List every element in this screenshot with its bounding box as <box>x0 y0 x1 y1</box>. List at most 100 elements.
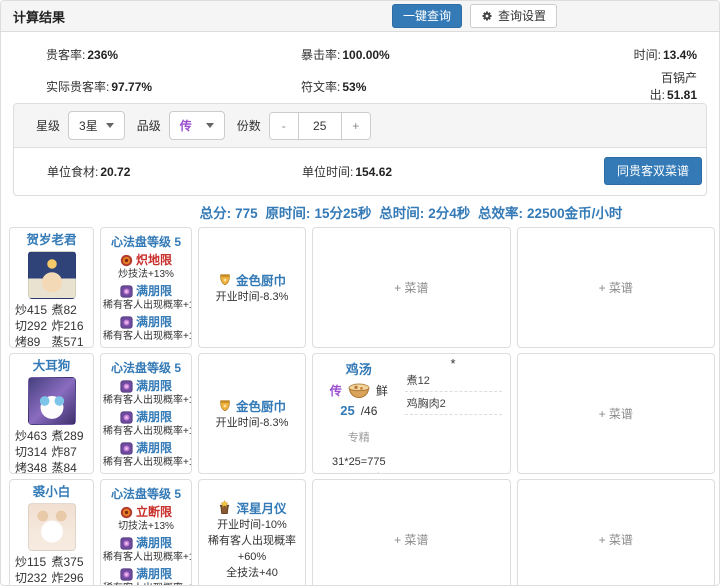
flame-badge-icon <box>120 506 133 519</box>
mind-skill-effect: 炒技法+13% <box>118 269 174 280</box>
chef-card: 裘小白 炒115煮375 切232炸296 烤636蒸124 <box>9 479 94 585</box>
chef-skill: 蒸571 <box>51 335 84 348</box>
page-title: 计算结果 <box>13 9 66 25</box>
same-guest-double-recipe-label: 同贵客双菜谱 <box>616 164 689 178</box>
chef-avatar[interactable] <box>27 503 76 551</box>
recipe-star-marker: * <box>450 356 456 371</box>
filter-strip: 星级 3星 品级 传 份数 - + <box>14 104 706 148</box>
grade-filter-label: 品级 <box>136 119 161 133</box>
query-settings-button[interactable]: 查询设置 <box>469 4 557 28</box>
recipe-count[interactable]: 25 <box>340 403 354 418</box>
quantity-stepper: - + <box>268 111 371 140</box>
filter-panel: 星级 3星 品级 传 份数 - + 单位食材:20.72 单位时间:154.62… <box>13 103 707 196</box>
qty-filter-label: 份数 <box>236 119 261 133</box>
mind-skill-effect: 稀有客人出现概率+18% <box>103 395 191 406</box>
chef-skill: 煮82 <box>51 303 77 317</box>
stat-crit-rate: 暴击率: 100.00% <box>301 47 390 62</box>
flame-badge-icon <box>120 254 133 267</box>
stat-unit-food: 单位食材: 20.72 <box>47 164 131 179</box>
recipe-score-formula: 31*25=775 <box>332 456 386 468</box>
grade-select[interactable]: 传 <box>168 111 225 140</box>
chef-skill: 炒115 <box>15 555 47 569</box>
add-recipe-slot[interactable]: + 菜谱 <box>516 353 715 474</box>
panel-heading: 计算结果 一键查询 查询设置 <box>1 1 719 32</box>
mind-skill-name: 满朋限 <box>103 535 189 551</box>
stat-unit-time: 单位时间: 154.62 <box>302 164 393 179</box>
mind-disk-card: 心法盘等级 5 炽地限 炒技法+13% 满朋限 稀有客人出现概率+18% 满朋限… <box>100 227 192 348</box>
tool-card: 金色厨巾 开业时间-8.3% <box>198 227 306 348</box>
chevron-down-icon <box>105 123 114 128</box>
mind-skill-name: 满朋限 <box>103 378 189 394</box>
stat-rune-rate: 符文率: 53% <box>301 79 367 94</box>
moon-instrument-icon <box>217 500 232 515</box>
add-recipe-slot[interactable]: + 菜谱 <box>312 227 511 348</box>
mind-skill-effect: 稀有客人出现概率+18% <box>103 300 191 311</box>
mind-skill-name: 满朋限 <box>103 409 189 425</box>
chef-skill: 炸87 <box>51 445 77 459</box>
chef-card: 大耳狗 炒463 煮289 切314 炸87 烤348 蒸84 <box>9 353 94 474</box>
chef-skill: 烤348 <box>15 461 48 474</box>
recipe-specialty: 专精 <box>347 432 370 444</box>
query-button[interactable]: 一键查询 <box>391 4 462 28</box>
chef-avatar[interactable] <box>27 377 76 425</box>
add-recipe-label: + 菜谱 <box>394 533 429 547</box>
mind-skill-name: 满朋限 <box>103 314 189 330</box>
mind-disk-card: 心法盘等级 5 立断限 切技法+13% 满朋限 稀有客人出现概率+18% 满朋限… <box>100 479 192 585</box>
query-button-label: 一键查询 <box>402 9 451 23</box>
mind-skill-effect: 稀有客人出现概率+18% <box>103 457 191 468</box>
chef-name[interactable]: 裘小白 <box>12 484 91 500</box>
chef-avatar[interactable] <box>27 251 76 299</box>
chef-skills: 炒463 煮289 切314 炸87 烤348 蒸84 <box>12 428 91 474</box>
chef-card: 贺岁老君 炒415 煮82 切292 炸216 烤89 蒸571 <box>9 227 94 348</box>
chef-scarf-icon <box>218 399 232 413</box>
chef-skill: 炒415 <box>15 303 48 317</box>
guest-badge-icon <box>120 536 133 550</box>
same-guest-double-recipe-button[interactable]: 同贵客双菜谱 <box>603 157 702 185</box>
mind-skill-effect: 稀有客人出现概率+18% <box>103 331 191 342</box>
tool-name[interactable]: 浑星月仪 <box>217 498 287 517</box>
chef-skill: 切292 <box>15 319 48 333</box>
mind-skill-name: 炽地限 <box>103 252 189 268</box>
add-recipe-label: + 菜谱 <box>394 281 429 295</box>
quantity-plus-button[interactable]: + <box>341 112 370 139</box>
stat-pot-output: 百锅产出: 51.81 <box>649 71 697 102</box>
recipe-flavor: 鲜 <box>375 383 388 398</box>
chef-skill: 炸296 <box>51 571 84 585</box>
guest-badge-icon <box>120 410 133 424</box>
star-select-value: 3星 <box>79 119 98 133</box>
guest-badge-icon <box>120 379 133 393</box>
chef-skill: 切314 <box>15 445 48 459</box>
grade-select-value: 传 <box>179 119 192 133</box>
mind-skill-name: 立断限 <box>103 504 189 520</box>
guest-badge-icon <box>120 315 133 329</box>
add-recipe-slot[interactable]: + 菜谱 <box>516 227 715 348</box>
tool-effect: 开业时间-10% <box>217 519 287 531</box>
recipe-details: * 煮12 鸡胸肉2 <box>403 356 506 469</box>
recipe-name[interactable]: 鸡汤 <box>315 359 403 378</box>
recipe-time: 15分25秒 <box>315 470 403 473</box>
chef-skill: 炸216 <box>51 319 84 333</box>
unit-stats-row: 单位食材: 20.72 单位时间: 154.62 同贵客双菜谱 <box>14 148 706 195</box>
mind-skill-effect: 切技法+13% <box>118 521 174 532</box>
mind-disk-level: 心法盘等级 5 <box>110 235 182 249</box>
add-recipe-label: + 菜谱 <box>598 281 633 295</box>
soup-bowl-icon <box>347 381 371 399</box>
add-recipe-slot[interactable]: + 菜谱 <box>516 479 715 585</box>
recipe-requirement: 煮12 <box>404 369 502 392</box>
quantity-input[interactable] <box>297 112 342 139</box>
star-select[interactable]: 3星 <box>68 111 125 140</box>
tool-effect: 全技法+40 <box>226 567 278 579</box>
chef-skill: 煮289 <box>51 429 84 443</box>
tool-effect: 开业时间-8.3% <box>215 291 289 303</box>
chef-name[interactable]: 大耳狗 <box>12 358 91 374</box>
recipe-count-max: /46 <box>360 404 378 418</box>
stat-guest-rate: 贵客率: 236% <box>46 47 119 62</box>
add-recipe-label: + 菜谱 <box>598 533 633 547</box>
chef-name[interactable]: 贺岁老君 <box>12 232 91 248</box>
tool-name[interactable]: 金色厨巾 <box>218 270 286 289</box>
add-recipe-slot[interactable]: + 菜谱 <box>312 479 511 585</box>
mind-disk-card: 心法盘等级 5 满朋限 稀有客人出现概率+18% 满朋限 稀有客人出现概率+18… <box>100 353 192 474</box>
quantity-minus-button[interactable]: - <box>269 112 298 139</box>
chef-skill: 烤89 <box>15 335 41 348</box>
tool-name[interactable]: 金色厨巾 <box>218 396 286 415</box>
